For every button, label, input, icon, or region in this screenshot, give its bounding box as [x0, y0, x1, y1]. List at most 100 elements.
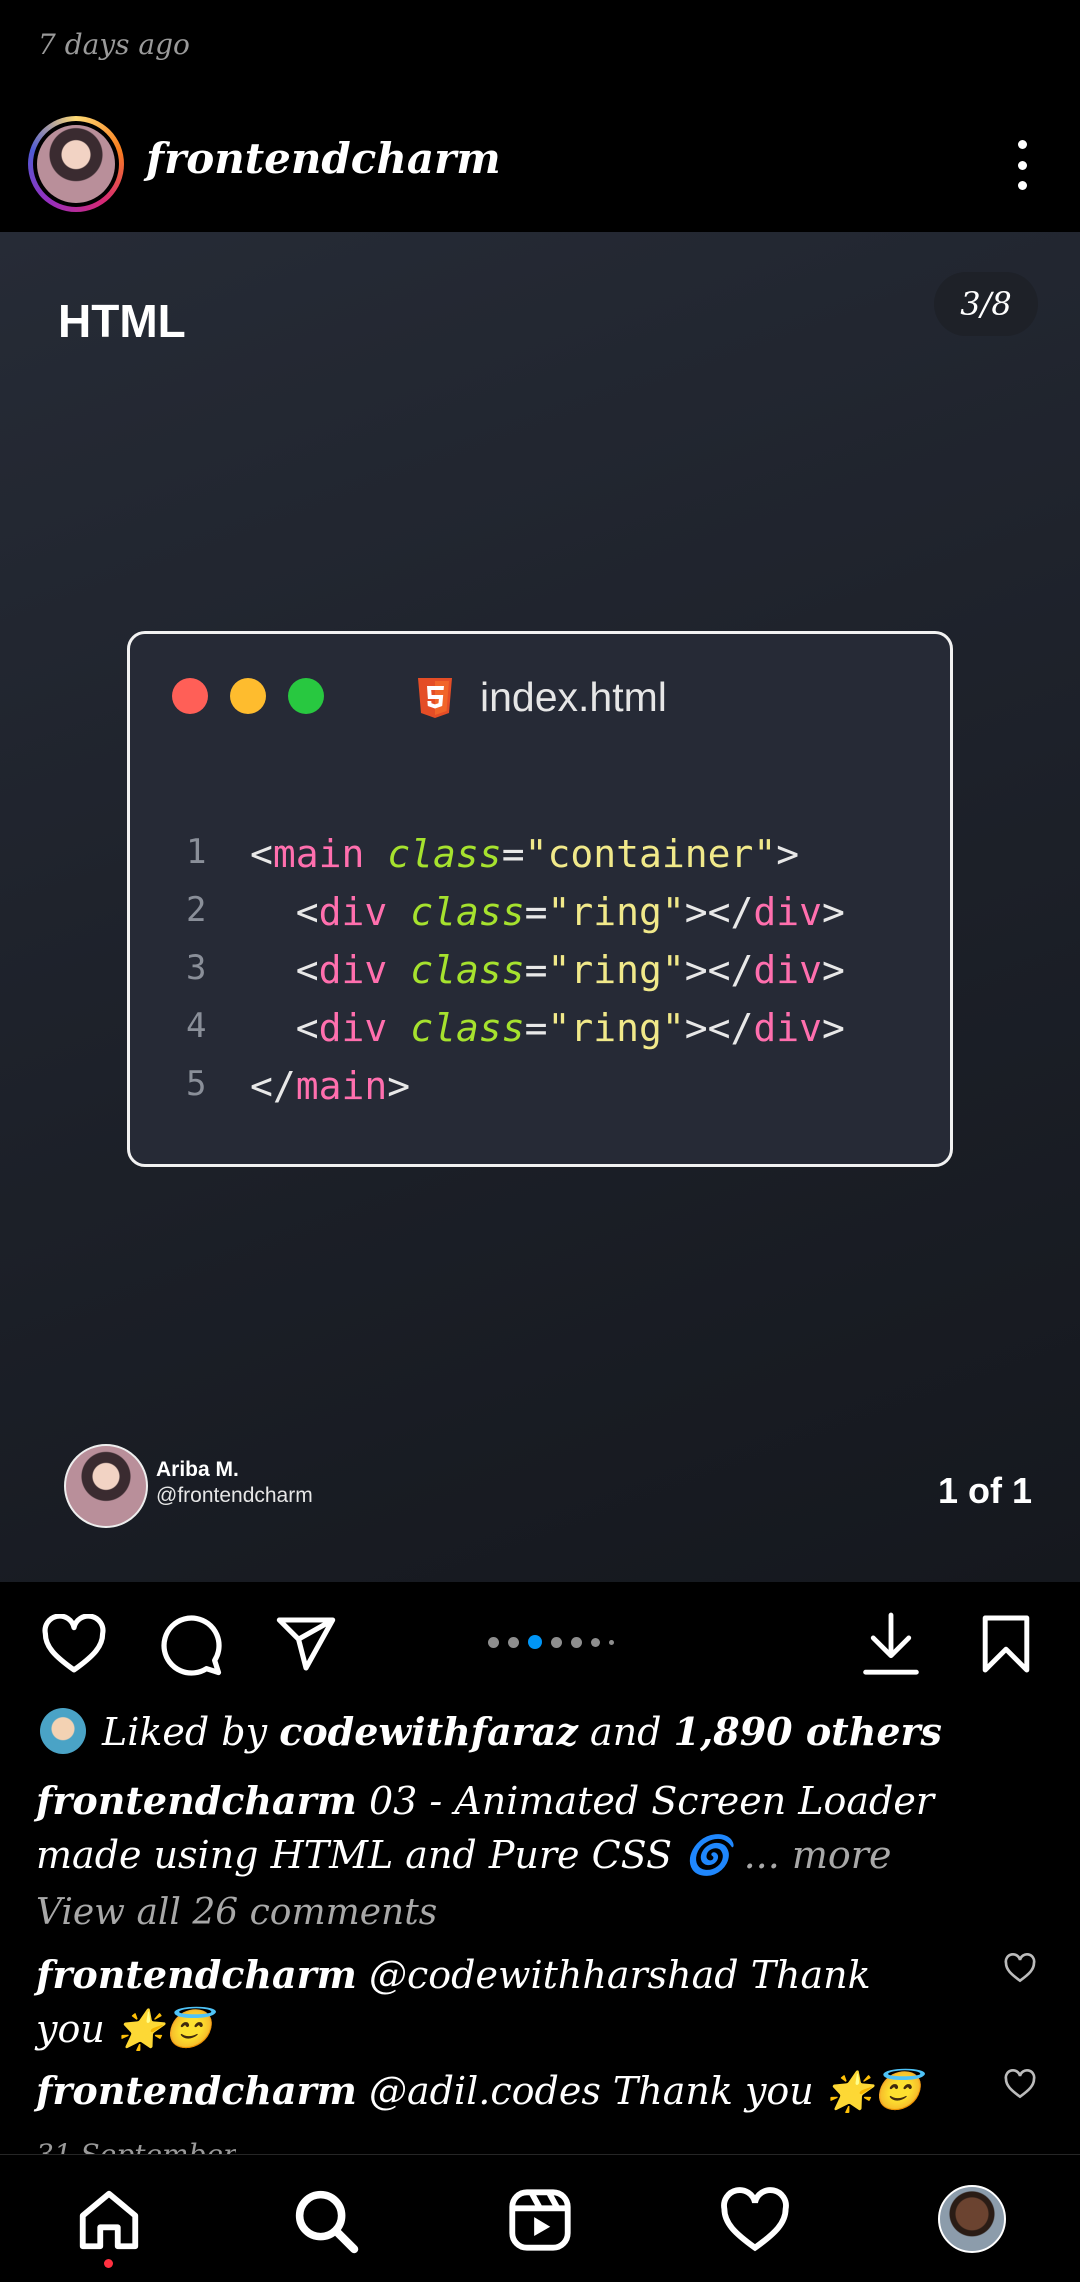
html5-icon [418, 678, 452, 718]
bottom-navigation [0, 2154, 1080, 2282]
code-punct: = [501, 832, 525, 876]
code-attr: class [387, 832, 502, 876]
code-attr: class [410, 948, 525, 992]
profile-avatar[interactable] [938, 2185, 1006, 2253]
home-notification-dot [104, 2259, 113, 2268]
comment-item: frontendcharm @codewithharshad Thank you… [36, 1948, 936, 2056]
carousel-dot [528, 1635, 542, 1649]
code-punct: > [776, 832, 800, 876]
heart-icon[interactable] [40, 1614, 108, 1674]
liker-username[interactable]: codewithfaraz [279, 1709, 578, 1754]
post-media[interactable]: HTML 3/8 index.html 1 <main class="contai… [0, 232, 1080, 1582]
slide-counter: 3/8 [934, 272, 1038, 336]
window-minimize-dot [230, 678, 266, 714]
code-punct: = [524, 948, 548, 992]
code-filename: index.html [480, 674, 667, 720]
code-attr: class [410, 890, 525, 934]
comment-icon[interactable] [158, 1612, 224, 1678]
line-number: 3 [186, 948, 207, 988]
liker-avatar [40, 1708, 86, 1754]
window-maximize-dot [288, 678, 324, 714]
code-source: <main class="container"> [250, 832, 799, 876]
comment-like-heart-icon[interactable] [1004, 2068, 1036, 2100]
code-punct: </ [707, 890, 754, 934]
more-options-icon[interactable] [1004, 140, 1040, 190]
code-punct: > [822, 1006, 845, 1050]
carousel-dot [488, 1636, 499, 1648]
code-punct: > [822, 948, 845, 992]
activity-heart-icon[interactable] [720, 2185, 790, 2255]
line-number: 2 [186, 890, 207, 930]
code-attr: class [410, 1006, 525, 1050]
code-punct: < [295, 948, 319, 992]
code-tag: div [753, 1006, 823, 1050]
reels-icon[interactable] [505, 2185, 575, 2255]
code-tag: div [753, 890, 823, 934]
post-username[interactable]: frontendcharm [146, 134, 501, 183]
window-close-dot [172, 678, 208, 714]
line-number: 1 [186, 832, 207, 872]
line-number: 4 [186, 1006, 207, 1046]
code-punct: = [524, 890, 548, 934]
comment-like-heart-icon[interactable] [1004, 1952, 1036, 1984]
code-string: "ring" [547, 1006, 685, 1050]
code-tag: main [272, 832, 365, 876]
carousel-indicator [488, 1632, 614, 1652]
view-all-comments-link[interactable]: View all 26 comments [36, 1892, 437, 1933]
comment-username[interactable]: frontendcharm [36, 2068, 357, 2113]
code-tag: div [753, 948, 823, 992]
likes-summary[interactable]: Liked by codewithfaraz and 1,890 others [40, 1708, 942, 1754]
code-punct: </ [707, 948, 754, 992]
caption-more-link[interactable]: ... more [744, 1833, 892, 1877]
carousel-dot [551, 1636, 562, 1648]
code-source: <div class="ring"></div> [250, 948, 845, 992]
code-block: 1 <main class="container"> 2 <div class="r… [130, 832, 950, 1122]
slide-title: HTML [58, 295, 186, 347]
code-line: 2 <div class="ring"></div> [130, 890, 950, 948]
carousel-dot [508, 1636, 519, 1648]
code-tag: main [295, 1064, 388, 1108]
code-punct: > [387, 1064, 411, 1108]
code-tag: div [318, 1006, 388, 1050]
search-icon[interactable] [290, 2185, 360, 2255]
likes-middle: and [590, 1709, 662, 1754]
code-line: 1 <main class="container"> [130, 832, 950, 890]
post-caption: frontendcharm 03 - Animated Screen Loade… [36, 1774, 1036, 1882]
code-punct: < [295, 1006, 319, 1050]
code-source: <div class="ring"></div> [250, 1006, 845, 1050]
download-icon[interactable] [860, 1610, 922, 1676]
code-punct: = [524, 1006, 548, 1050]
code-string: "container" [524, 832, 777, 876]
code-source: </main> [250, 1064, 410, 1108]
likes-count[interactable]: 1,890 others [674, 1709, 942, 1754]
previous-post-time: 7 days ago [38, 28, 190, 61]
bookmark-icon[interactable] [980, 1612, 1032, 1676]
code-punct: > [684, 948, 708, 992]
code-punct: < [250, 832, 273, 876]
code-punct: </ [707, 1006, 754, 1050]
code-punct: > [684, 890, 708, 934]
paper-plane-icon[interactable] [274, 1612, 338, 1676]
home-icon[interactable] [74, 2185, 144, 2255]
code-line: 3 <div class="ring"></div> [130, 948, 950, 1006]
code-line: 5 </main> [130, 1064, 950, 1122]
caption-username[interactable]: frontendcharm [36, 1778, 357, 1823]
code-string: "ring" [547, 890, 685, 934]
carousel-dot [571, 1636, 582, 1648]
post-author-avatar[interactable] [28, 116, 124, 212]
carousel-dot [609, 1639, 614, 1645]
code-punct: > [684, 1006, 708, 1050]
comment-item: frontendcharm @adil.codes Thank you 🌟😇 [36, 2064, 936, 2118]
slide-pager: 1 of 1 [938, 1470, 1033, 1511]
code-tag: div [318, 890, 388, 934]
carousel-dot [591, 1637, 600, 1647]
slide-author-handle: @frontendcharm [156, 1484, 313, 1507]
comment-username[interactable]: frontendcharm [36, 1952, 357, 1997]
code-punct: < [295, 890, 319, 934]
comment-text: @adil.codes Thank you 🌟😇 [368, 2069, 921, 2113]
line-number: 5 [186, 1064, 207, 1104]
slide-author-avatar [64, 1444, 148, 1528]
code-tag: div [318, 948, 388, 992]
code-punct: > [822, 890, 845, 934]
code-line: 4 <div class="ring"></div> [130, 1006, 950, 1064]
